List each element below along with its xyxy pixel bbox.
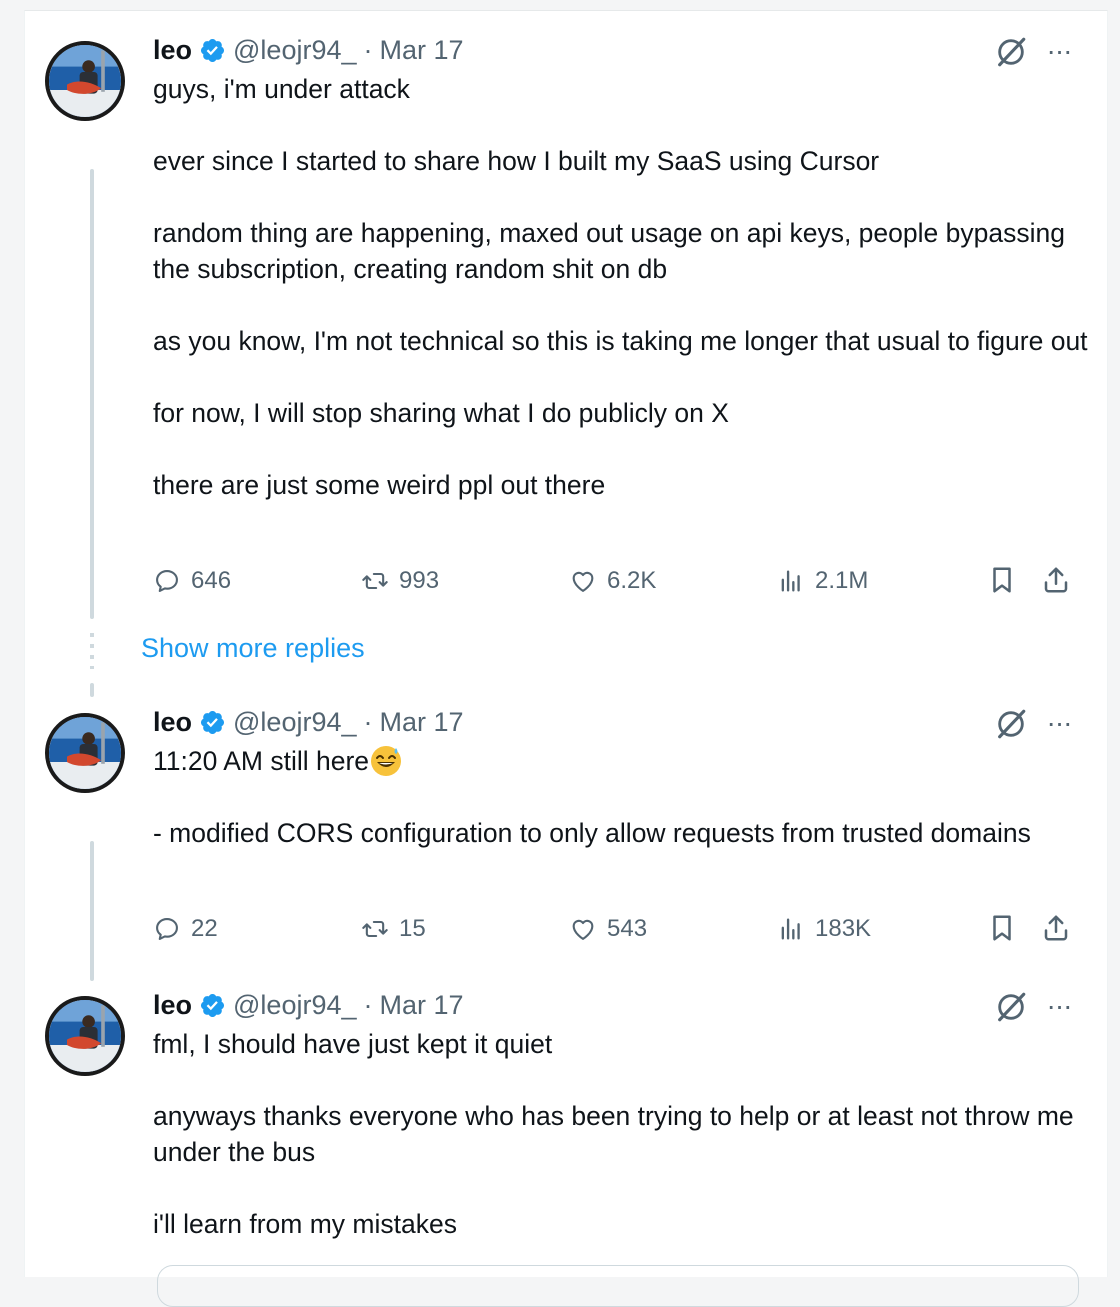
views-count: 183K <box>815 915 872 942</box>
verified-badge-icon <box>199 37 226 64</box>
reply-compose-box[interactable] <box>157 1265 1079 1307</box>
action-bar: 22 15 543 183K <box>153 911 1077 947</box>
author-handle[interactable]: @leojr94_ <box>233 707 356 738</box>
grok-icon[interactable] <box>994 35 1028 69</box>
repost-icon <box>361 915 389 943</box>
reply-count: 646 <box>191 567 232 594</box>
author-name[interactable]: leo <box>153 990 192 1021</box>
post-text: fml, I should have just kept it quiet an… <box>153 1029 1074 1239</box>
author-handle[interactable]: @leojr94_ <box>233 35 356 66</box>
post-header: leo @leojr94_ · Mar 17 <box>153 988 464 1022</box>
like-count: 543 <box>607 915 648 942</box>
post-date[interactable]: Mar 17 <box>380 35 464 66</box>
separator: · <box>363 34 373 65</box>
bookmark-icon[interactable] <box>987 565 1017 595</box>
post-header: leo @leojr94_ · Mar 17 <box>153 705 464 739</box>
thread-line <box>90 841 94 981</box>
more-icon[interactable]: ··· <box>1042 709 1076 743</box>
like-icon <box>569 915 597 943</box>
author-handle[interactable]: @leojr94_ <box>233 990 356 1021</box>
author-name[interactable]: leo <box>153 35 192 66</box>
post-date[interactable]: Mar 17 <box>380 990 464 1021</box>
repost-button[interactable]: 993 <box>361 563 439 599</box>
avatar[interactable] <box>45 41 125 121</box>
avatar[interactable] <box>45 713 125 793</box>
post-text: 11:20 AM still here <box>153 743 1093 779</box>
verified-badge-icon <box>199 992 226 1019</box>
more-icon[interactable]: ··· <box>1042 992 1076 1026</box>
like-icon <box>569 567 597 595</box>
like-button[interactable]: 6.2K <box>569 563 656 599</box>
separator: · <box>363 706 373 737</box>
repost-icon <box>361 567 389 595</box>
post-text-line: 11:20 AM still here <box>153 746 370 776</box>
verified-badge-icon <box>199 709 226 736</box>
thread-line <box>90 169 94 619</box>
thread-line <box>90 683 94 697</box>
reply-count: 22 <box>191 915 218 942</box>
avatar[interactable] <box>45 996 125 1076</box>
reply-button[interactable]: 646 <box>153 563 231 599</box>
show-more-replies-link[interactable]: Show more replies <box>141 633 365 664</box>
views-button[interactable]: 183K <box>777 911 871 947</box>
author-name[interactable]: leo <box>153 707 192 738</box>
views-icon <box>777 567 805 595</box>
repost-button[interactable]: 15 <box>361 911 426 947</box>
separator: · <box>363 989 373 1020</box>
views-button[interactable]: 2.1M <box>777 563 868 599</box>
post-text: guys, i'm under attack ever since I star… <box>153 74 1088 500</box>
reply-icon <box>153 915 181 943</box>
share-icon[interactable] <box>1041 565 1071 595</box>
share-icon[interactable] <box>1041 913 1071 943</box>
grinning-sweat-emoji <box>369 744 403 778</box>
post-date[interactable]: Mar 17 <box>380 707 464 738</box>
action-bar: 646 993 6.2K 2.1M <box>153 563 1077 599</box>
views-count: 2.1M <box>815 567 869 594</box>
reply-button[interactable]: 22 <box>153 911 218 947</box>
grok-icon[interactable] <box>994 990 1028 1024</box>
thread-column: leo @leojr94_ · Mar 17 ··· guys, i'm und… <box>24 10 1108 1307</box>
bookmark-icon[interactable] <box>987 913 1017 943</box>
repost-count: 993 <box>399 567 440 594</box>
like-button[interactable]: 543 <box>569 911 647 947</box>
repost-count: 15 <box>399 915 426 942</box>
post-text-body: - modified CORS configuration to only al… <box>153 818 1031 848</box>
views-icon <box>777 915 805 943</box>
grok-icon[interactable] <box>994 707 1028 741</box>
post-header: leo @leojr94_ · Mar 17 <box>153 33 464 67</box>
reply-icon <box>153 567 181 595</box>
like-count: 6.2K <box>607 567 657 594</box>
thread-gap-line <box>90 633 94 669</box>
more-icon[interactable]: ··· <box>1042 37 1076 71</box>
